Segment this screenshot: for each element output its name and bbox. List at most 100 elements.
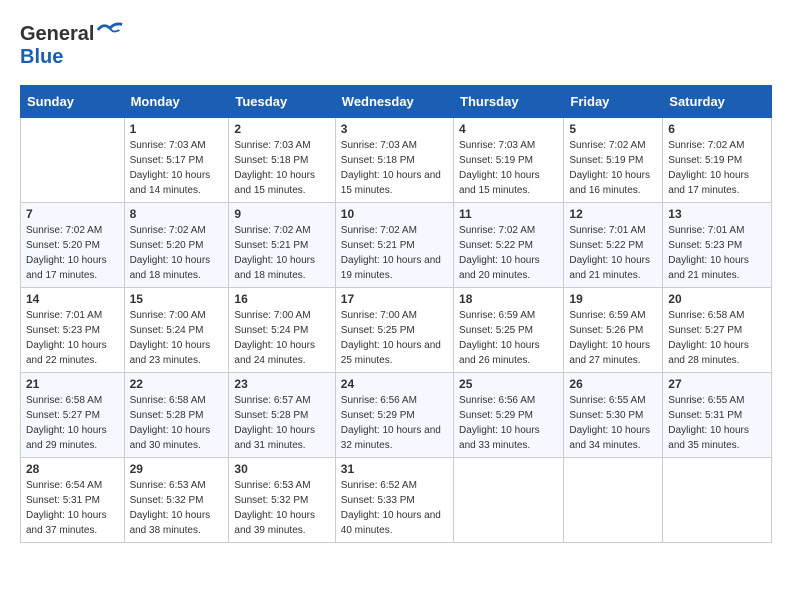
calendar-cell: 21 Sunrise: 6:58 AMSunset: 5:27 PMDayligh… [21, 373, 125, 458]
logo-general: General [20, 23, 94, 45]
calendar-cell [663, 458, 772, 543]
week-row-4: 21 Sunrise: 6:58 AMSunset: 5:27 PMDayligh… [21, 373, 772, 458]
week-row-1: 1Sunrise: 7:03 AMSunset: 5:17 PMDaylight… [21, 118, 772, 203]
week-row-2: 7 Sunrise: 7:02 AMSunset: 5:20 PMDaylight… [21, 203, 772, 288]
header-saturday: Saturday [663, 86, 772, 118]
calendar-cell: 17 Sunrise: 7:00 AMSunset: 5:25 PMDayligh… [335, 288, 453, 373]
calendar-cell: 29 Sunrise: 6:53 AMSunset: 5:32 PMDayligh… [124, 458, 229, 543]
day-info: Sunrise: 6:56 AMSunset: 5:29 PMDaylight:… [459, 393, 558, 453]
header-tuesday: Tuesday [229, 86, 335, 118]
header-sunday: Sunday [21, 86, 125, 118]
day-number: 11 [459, 207, 558, 221]
calendar-cell: 27 Sunrise: 6:55 AMSunset: 5:31 PMDayligh… [663, 373, 772, 458]
day-number: 8 [130, 207, 224, 221]
day-number: 21 [26, 377, 119, 391]
calendar-cell [564, 458, 663, 543]
page-header: General Blue [20, 20, 772, 69]
calendar-cell: 6Sunrise: 7:02 AMSunset: 5:19 PMDaylight… [663, 118, 772, 203]
day-number: 10 [341, 207, 448, 221]
logo: General Blue [20, 20, 124, 69]
day-info: Sunrise: 7:03 AMSunset: 5:19 PMDaylight:… [459, 138, 558, 198]
calendar-cell: 22Sunrise: 6:58 AMSunset: 5:28 PMDayligh… [124, 373, 229, 458]
day-info: Sunrise: 7:01 AMSunset: 5:23 PMDaylight:… [26, 308, 119, 368]
day-number: 15 [130, 292, 224, 306]
day-number: 24 [341, 377, 448, 391]
day-info: Sunrise: 7:01 AMSunset: 5:23 PMDaylight:… [668, 223, 766, 283]
calendar-body: 1Sunrise: 7:03 AMSunset: 5:17 PMDaylight… [21, 118, 772, 543]
day-number: 26 [569, 377, 657, 391]
day-number: 2 [234, 122, 329, 136]
calendar-cell [454, 458, 564, 543]
calendar-cell: 26 Sunrise: 6:55 AMSunset: 5:30 PMDayligh… [564, 373, 663, 458]
calendar-cell: 15 Sunrise: 7:00 AMSunset: 5:24 PMDayligh… [124, 288, 229, 373]
day-number: 20 [668, 292, 766, 306]
day-number: 31 [341, 462, 448, 476]
day-info: Sunrise: 7:02 AMSunset: 5:22 PMDaylight:… [459, 223, 558, 283]
calendar-cell: 4 Sunrise: 7:03 AMSunset: 5:19 PMDaylight… [454, 118, 564, 203]
day-number: 17 [341, 292, 448, 306]
day-number: 13 [668, 207, 766, 221]
day-number: 12 [569, 207, 657, 221]
calendar-cell: 7Sunrise: 7:02 AMSunset: 5:20 PMDaylight… [21, 203, 125, 288]
calendar-cell: 12 Sunrise: 7:01 AMSunset: 5:22 PMDayligh… [564, 203, 663, 288]
day-number: 16 [234, 292, 329, 306]
calendar-cell: 25 Sunrise: 6:56 AMSunset: 5:29 PMDayligh… [454, 373, 564, 458]
calendar-cell: 23 Sunrise: 6:57 AMSunset: 5:28 PMDayligh… [229, 373, 335, 458]
day-info: Sunrise: 6:59 AMSunset: 5:25 PMDaylight:… [459, 308, 558, 368]
day-number: 25 [459, 377, 558, 391]
day-number: 4 [459, 122, 558, 136]
calendar-cell: 9Sunrise: 7:02 AMSunset: 5:21 PMDaylight… [229, 203, 335, 288]
calendar-header-row: SundayMondayTuesdayWednesdayThursdayFrid… [21, 86, 772, 118]
day-info: Sunrise: 6:58 AMSunset: 5:28 PMDaylight:… [130, 393, 224, 453]
calendar-table: SundayMondayTuesdayWednesdayThursdayFrid… [20, 85, 772, 543]
header-friday: Friday [564, 86, 663, 118]
logo-text: General Blue [20, 20, 124, 69]
day-info: Sunrise: 6:58 AMSunset: 5:27 PMDaylight:… [668, 308, 766, 368]
day-number: 19 [569, 292, 657, 306]
calendar-cell: 16 Sunrise: 7:00 AMSunset: 5:24 PMDayligh… [229, 288, 335, 373]
day-number: 27 [668, 377, 766, 391]
day-info: Sunrise: 7:00 AMSunset: 5:25 PMDaylight:… [341, 308, 448, 368]
day-number: 23 [234, 377, 329, 391]
calendar-cell [21, 118, 125, 203]
day-number: 7 [26, 207, 119, 221]
day-number: 1 [130, 122, 224, 136]
calendar-cell: 3Sunrise: 7:03 AMSunset: 5:18 PMDaylight… [335, 118, 453, 203]
day-info: Sunrise: 7:02 AMSunset: 5:20 PMDaylight:… [130, 223, 224, 283]
day-info: Sunrise: 7:03 AMSunset: 5:18 PMDaylight:… [341, 138, 448, 198]
day-number: 18 [459, 292, 558, 306]
day-info: Sunrise: 6:57 AMSunset: 5:28 PMDaylight:… [234, 393, 329, 453]
calendar-cell: 10 Sunrise: 7:02 AMSunset: 5:21 PMDayligh… [335, 203, 453, 288]
calendar-cell: 30Sunrise: 6:53 AMSunset: 5:32 PMDayligh… [229, 458, 335, 543]
day-info: Sunrise: 6:55 AMSunset: 5:30 PMDaylight:… [569, 393, 657, 453]
day-info: Sunrise: 6:52 AMSunset: 5:33 PMDaylight:… [341, 478, 448, 538]
logo-bird-icon [96, 20, 124, 40]
calendar-cell: 24 Sunrise: 6:56 AMSunset: 5:29 PMDayligh… [335, 373, 453, 458]
calendar-cell: 28Sunrise: 6:54 AMSunset: 5:31 PMDayligh… [21, 458, 125, 543]
day-info: Sunrise: 7:02 AMSunset: 5:21 PMDaylight:… [341, 223, 448, 283]
day-info: Sunrise: 7:00 AMSunset: 5:24 PMDaylight:… [234, 308, 329, 368]
day-info: Sunrise: 6:58 AMSunset: 5:27 PMDaylight:… [26, 393, 119, 453]
header-thursday: Thursday [454, 86, 564, 118]
day-info: Sunrise: 7:00 AMSunset: 5:24 PMDaylight:… [130, 308, 224, 368]
calendar-cell: 19Sunrise: 6:59 AMSunset: 5:26 PMDayligh… [564, 288, 663, 373]
day-info: Sunrise: 6:53 AMSunset: 5:32 PMDaylight:… [130, 478, 224, 538]
day-number: 14 [26, 292, 119, 306]
day-number: 28 [26, 462, 119, 476]
day-info: Sunrise: 6:53 AMSunset: 5:32 PMDaylight:… [234, 478, 329, 538]
day-info: Sunrise: 6:56 AMSunset: 5:29 PMDaylight:… [341, 393, 448, 453]
day-number: 29 [130, 462, 224, 476]
header-monday: Monday [124, 86, 229, 118]
day-number: 9 [234, 207, 329, 221]
calendar-cell: 18 Sunrise: 6:59 AMSunset: 5:25 PMDayligh… [454, 288, 564, 373]
calendar-cell: 8 Sunrise: 7:02 AMSunset: 5:20 PMDaylight… [124, 203, 229, 288]
day-info: Sunrise: 7:02 AMSunset: 5:19 PMDaylight:… [569, 138, 657, 198]
day-info: Sunrise: 7:01 AMSunset: 5:22 PMDaylight:… [569, 223, 657, 283]
calendar-cell: 13 Sunrise: 7:01 AMSunset: 5:23 PMDayligh… [663, 203, 772, 288]
day-info: Sunrise: 7:03 AMSunset: 5:18 PMDaylight:… [234, 138, 329, 198]
week-row-3: 14 Sunrise: 7:01 AMSunset: 5:23 PMDayligh… [21, 288, 772, 373]
calendar-cell: 11 Sunrise: 7:02 AMSunset: 5:22 PMDayligh… [454, 203, 564, 288]
header-wednesday: Wednesday [335, 86, 453, 118]
day-info: Sunrise: 7:02 AMSunset: 5:19 PMDaylight:… [668, 138, 766, 198]
day-info: Sunrise: 6:55 AMSunset: 5:31 PMDaylight:… [668, 393, 766, 453]
